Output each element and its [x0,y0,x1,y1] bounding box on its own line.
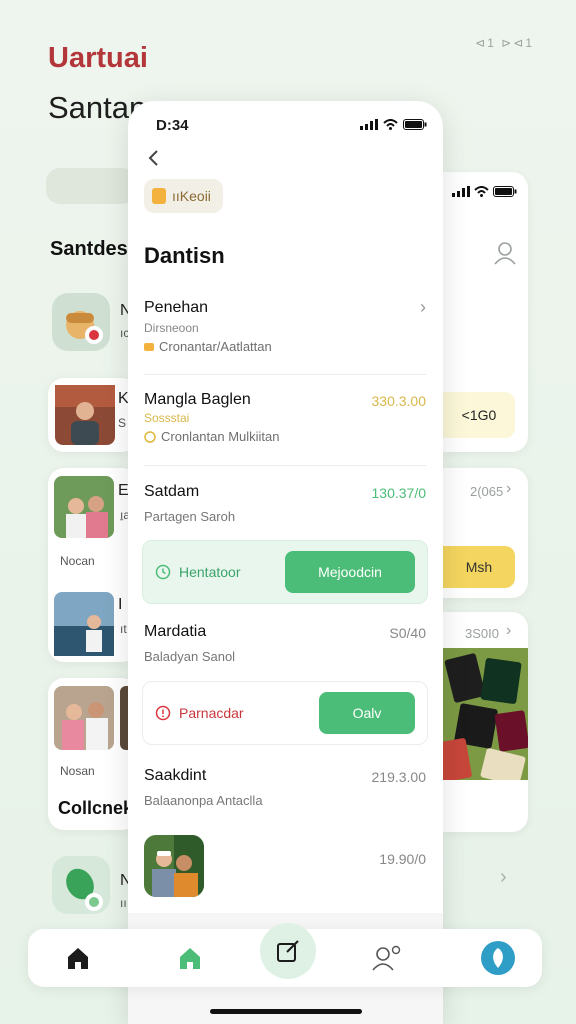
card-photo-4 [54,686,114,750]
row-amount: S0/40 [389,625,426,641]
background-caption-1: Nocan [60,554,95,568]
home-indicator [210,1009,362,1014]
nav-profile[interactable] [474,929,522,987]
row-amount: 330.3.00 [371,393,427,409]
compose-icon [277,940,299,962]
row-meta: Cronlantan Mulkiitan [144,429,426,444]
row-amount: 19.90/0 [379,851,426,867]
tag-icon [144,342,154,351]
battery-icon [403,119,427,130]
chip-label: ııKeoii [172,188,211,204]
row-title: Mardatia [144,623,207,640]
background-card-2[interactable]: E ı̱a Nocan I ıt [48,468,138,662]
nav-store[interactable] [166,929,214,987]
action-green-label: Hentatoor [179,564,241,580]
list-item[interactable]: Satdam Partagen Saroh 130.37/0 [144,483,426,524]
profile-circle-icon [481,941,515,975]
right-amount-box[interactable]: <1G0 [443,392,515,438]
right-chevron-1-icon[interactable]: › [506,480,511,498]
page-title: Dantisn [144,243,225,268]
clock-icon [155,564,171,580]
background-chevron-right-icon[interactable]: › [500,866,507,889]
background-brand: Uartuai [48,42,148,74]
nav-people[interactable] [362,929,410,987]
status-time: D:34 [156,117,189,134]
action-bar-red: Parnacdar Oalv [142,681,428,745]
chip-doc-icon [152,188,166,204]
background-list-sub-5: ıı [120,896,127,910]
bottom-nav [28,923,542,987]
row-subtitle: Balaanonpa Antaclla [144,793,263,808]
category-chip[interactable]: ııKeoii [144,179,223,213]
row-subtitle: Partagen Saroh [144,509,236,524]
chevron-right-icon[interactable]: › [420,297,426,318]
action-bar-green: Hentatoor Mejoodcin [142,540,428,604]
row-subtitle: Baladyan Sanol [144,649,236,664]
leaf-icon [66,868,103,911]
background-list-sub-2: S [118,416,127,430]
background-search-pill [46,168,136,204]
right-cards-photo [443,648,528,780]
nav-home[interactable] [54,929,102,987]
divider [144,465,426,466]
row-subtitle: Sossstai [144,411,190,425]
emoji-face-icon [66,311,103,344]
right-muted-1: 2(065 [470,484,504,499]
row-amount: 130.37/0 [371,485,427,501]
background-card-1[interactable]: K S [48,378,138,452]
background-list-letter-4: I [118,596,123,613]
background-list-sub-4: ıt [120,622,127,636]
right-yellow-button[interactable]: Msh [443,546,515,588]
wifi-icon [474,186,489,197]
row-meta: Cronantar/Aatlattan [144,339,426,354]
row-amount: 219.3.00 [371,769,427,785]
action-green-button[interactable]: Mejoodcin [285,551,415,593]
action-red-button[interactable]: Oalv [319,692,415,734]
divider [144,374,426,375]
list-item[interactable]: Mangla Baglen Sossstai Cronlantan Mulkii… [144,391,426,444]
row-meta-text: Cronantar/Aatlattan [159,339,272,354]
back-chevron-icon[interactable] [140,145,166,171]
row-meta-text: Cronlantan Mulkiitan [161,429,280,444]
background-caption-2: Nosan [60,764,95,778]
row-subtitle: Dirsneoon [144,321,199,335]
home-icon [68,948,88,969]
background-avatar-2 [52,856,110,914]
row-photo[interactable] [144,835,204,897]
phone-screen: D:34 ııKeoii Dantisn Penehan Dirsneoon C… [128,101,443,1024]
background-section-title: Santdes [50,238,128,260]
alert-icon [155,705,171,721]
card-photo-2 [54,476,114,538]
list-item[interactable]: Penehan Dirsneoon Cronantar/Aatlattan › [144,297,426,354]
nav-compose[interactable] [260,923,316,979]
user-outline-icon[interactable] [492,240,518,266]
coin-icon [144,430,156,443]
user-icon [372,945,401,971]
battery-icon [493,186,517,197]
background-collection-title: Collcnek [58,798,134,818]
people-photo [144,835,204,897]
right-chevron-2-icon[interactable]: › [506,622,511,640]
status-icons [360,119,427,130]
background-top-icons: ⊲1 ⊳⊲1 [475,36,534,50]
right-status-icons [452,186,517,197]
signal-icon [452,186,470,197]
row-title: Penehan [144,299,209,316]
card-photo-3 [54,592,114,656]
home-green-icon [180,948,200,969]
list-item[interactable]: Mardatia Baladyan Sanol S0/40 [144,623,426,664]
wifi-icon [383,119,398,130]
background-avatar-1 [52,293,110,351]
card-photo-1 [55,385,115,445]
list-item[interactable]: Saakdint Balaanonpa Antaclla 219.3.00 [144,767,426,808]
signal-icon [360,119,378,130]
action-red-label: Parnacdar [179,705,244,721]
right-muted-2: 3S0I0 [465,626,499,641]
